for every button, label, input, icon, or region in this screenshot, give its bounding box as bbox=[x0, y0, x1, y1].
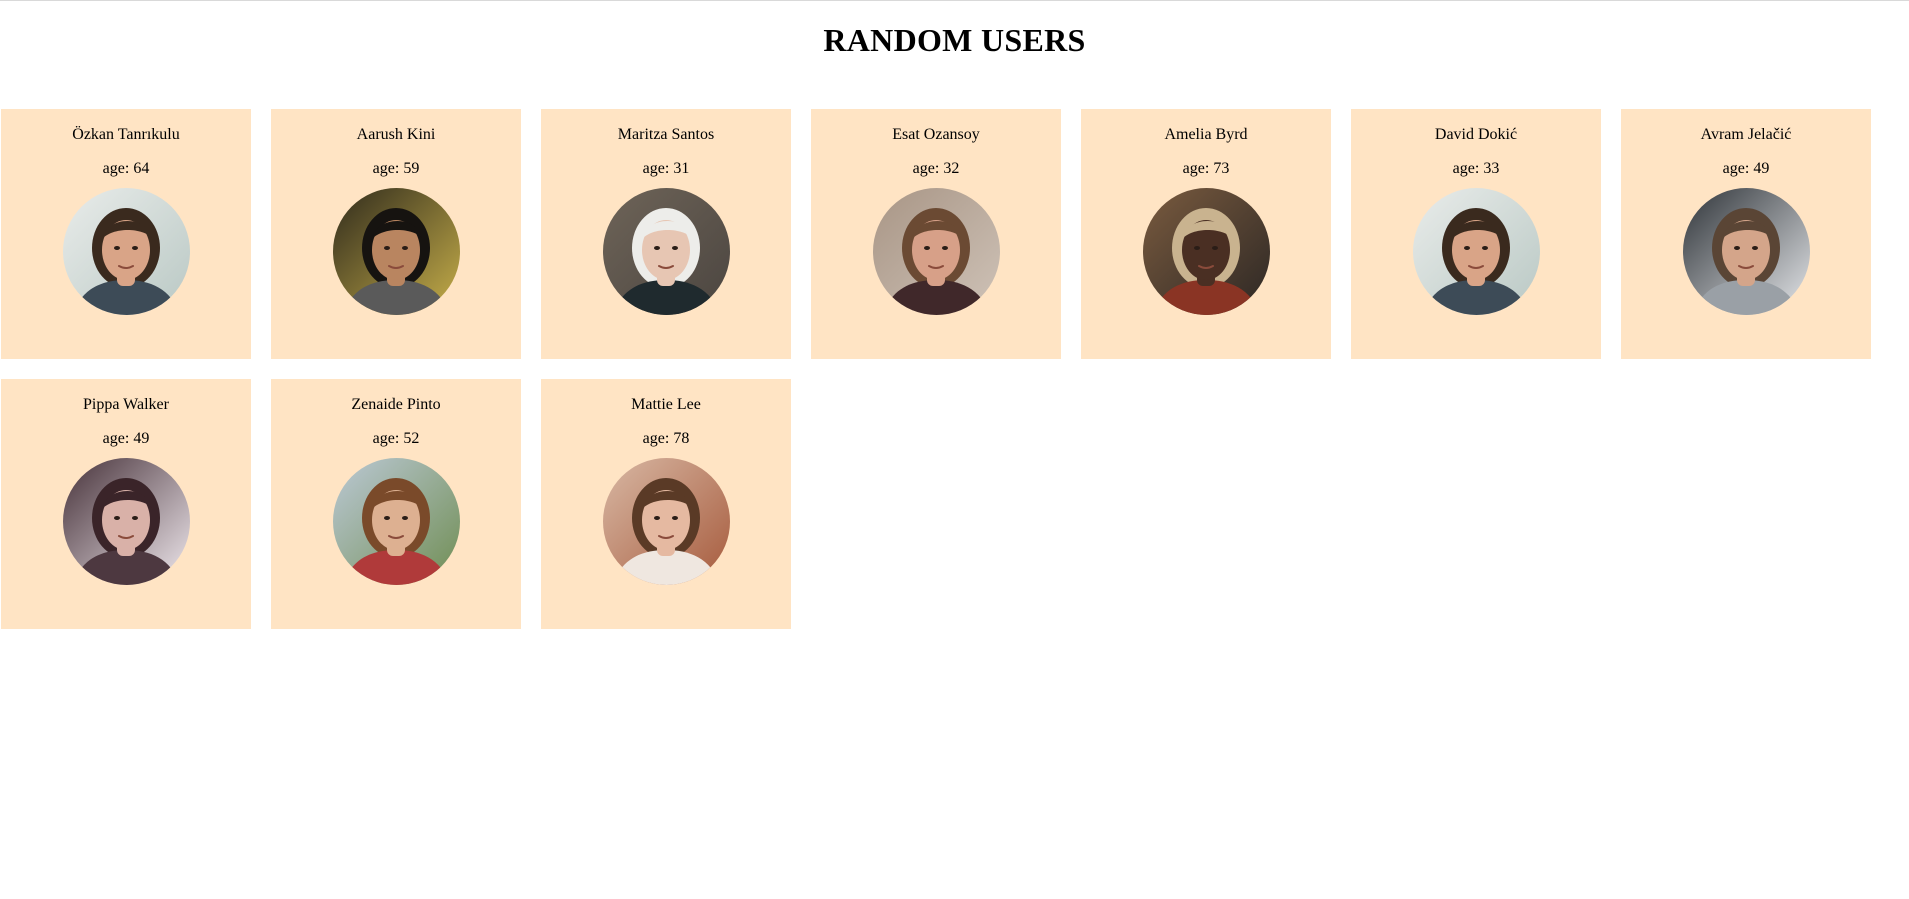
user-name: Avram Jelačić bbox=[1700, 126, 1792, 143]
user-name: Özkan Tanrıkulu bbox=[72, 126, 180, 143]
age-label: age: bbox=[1722, 160, 1754, 177]
avatar bbox=[1682, 188, 1810, 315]
page-title: RANDOM USERS bbox=[823, 22, 1086, 58]
avatar bbox=[872, 188, 1000, 315]
user-card: Aarush Kini age: 59 bbox=[271, 109, 521, 359]
avatar bbox=[62, 188, 190, 315]
age-value: 52 bbox=[403, 430, 420, 447]
age-label: age: bbox=[642, 160, 674, 177]
user-age: age: 49 bbox=[1723, 159, 1770, 179]
age-value: 32 bbox=[943, 160, 960, 177]
age-value: 31 bbox=[673, 160, 690, 177]
user-name: David Dokić bbox=[1434, 126, 1518, 143]
avatar bbox=[1412, 188, 1540, 315]
user-card: Mattie Lee age: 78 bbox=[541, 379, 791, 629]
user-age: age: 32 bbox=[913, 159, 960, 179]
user-age: age: 31 bbox=[643, 159, 690, 179]
age-label: age: bbox=[1452, 160, 1484, 177]
user-card: Maritza Santos age: 31 bbox=[541, 109, 791, 359]
avatar bbox=[602, 188, 730, 315]
user-card: Avram Jelačić age: 49 bbox=[1621, 109, 1871, 359]
avatar bbox=[332, 458, 460, 585]
avatar bbox=[1142, 188, 1270, 315]
avatar bbox=[62, 458, 190, 585]
user-card: Amelia Byrd age: 73 bbox=[1081, 109, 1331, 359]
user-age: age: 49 bbox=[103, 429, 150, 449]
avatar bbox=[332, 188, 460, 315]
age-value: 73 bbox=[1213, 160, 1230, 177]
age-value: 78 bbox=[673, 430, 690, 447]
avatar bbox=[602, 458, 730, 585]
user-age: age: 59 bbox=[373, 159, 420, 179]
user-name: Maritza Santos bbox=[617, 126, 715, 143]
user-name: Aarush Kini bbox=[356, 126, 436, 143]
age-label: age: bbox=[1182, 160, 1214, 177]
user-name: Pippa Walker bbox=[83, 396, 169, 413]
user-card-grid: Özkan Tanrıkulu age: 64 Aarush Kini age: 5… bbox=[1, 109, 1901, 629]
user-card: Zenaide Pinto age: 52 bbox=[271, 379, 521, 629]
user-name: Esat Ozansoy bbox=[892, 126, 980, 143]
user-name: Zenaide Pinto bbox=[351, 396, 441, 413]
age-label: age: bbox=[912, 160, 944, 177]
age-label: age: bbox=[372, 160, 404, 177]
age-label: age: bbox=[102, 430, 134, 447]
user-card: David Dokić age: 33 bbox=[1351, 109, 1601, 359]
user-age: age: 33 bbox=[1453, 159, 1500, 179]
age-value: 49 bbox=[1753, 160, 1770, 177]
age-value: 59 bbox=[403, 160, 420, 177]
age-value: 33 bbox=[1483, 160, 1500, 177]
user-age: age: 73 bbox=[1183, 159, 1230, 179]
age-label: age: bbox=[642, 430, 674, 447]
user-name: Mattie Lee bbox=[631, 396, 701, 413]
user-name: Amelia Byrd bbox=[1164, 126, 1248, 143]
age-value: 49 bbox=[133, 430, 150, 447]
age-value: 64 bbox=[133, 160, 150, 177]
user-age: age: 78 bbox=[643, 429, 690, 449]
user-card: Pippa Walker age: 49 bbox=[1, 379, 251, 629]
age-label: age: bbox=[372, 430, 404, 447]
age-label: age: bbox=[102, 160, 134, 177]
user-age: age: 52 bbox=[373, 429, 420, 449]
user-card: Esat Ozansoy age: 32 bbox=[811, 109, 1061, 359]
user-card: Özkan Tanrıkulu age: 64 bbox=[1, 109, 251, 359]
top-border bbox=[0, 0, 1909, 1]
user-age: age: 64 bbox=[103, 159, 150, 179]
